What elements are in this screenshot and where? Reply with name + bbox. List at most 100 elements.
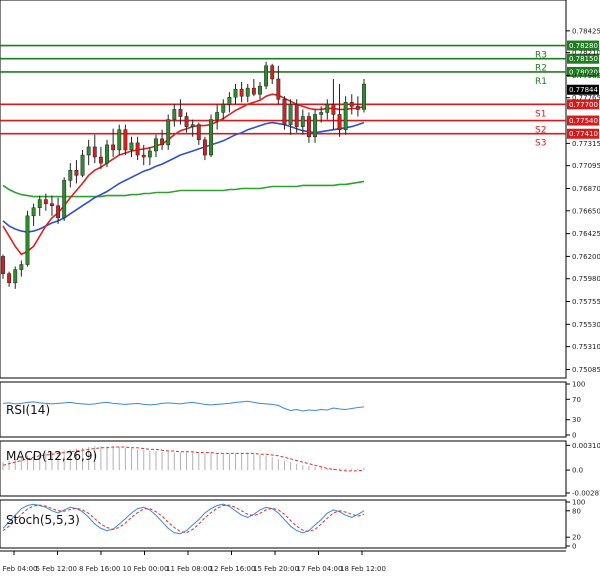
price-panel: R30.78280R20.78150R10.78020S10.77700S20.… xyxy=(0,0,600,379)
candle-body xyxy=(74,169,79,176)
candle-body xyxy=(19,264,24,270)
candle-body xyxy=(215,112,220,120)
price-tick-label: 0.78425 xyxy=(572,27,600,35)
candle-body xyxy=(227,96,232,105)
macd-tick-label: 0.003108 xyxy=(572,442,600,450)
level-price-value-s2: 0.77540 xyxy=(569,117,598,125)
stoch-label: Stoch(5,5,3) xyxy=(6,513,80,527)
candle-body xyxy=(202,139,207,156)
candle-body xyxy=(123,129,128,151)
time-tick-label: 11 Feb 08:00 xyxy=(166,565,212,573)
level-label-s3: S3 xyxy=(535,139,546,149)
candle-body xyxy=(50,203,54,206)
candle-body xyxy=(313,114,317,138)
candle-body xyxy=(325,104,330,113)
price-tick-label: 0.75310 xyxy=(572,343,600,351)
candle-body xyxy=(294,104,299,127)
candle-body xyxy=(105,144,109,164)
candle-body xyxy=(337,114,342,130)
time-tick-label: 15 Feb 20:00 xyxy=(253,565,299,573)
candle-body xyxy=(184,116,189,127)
candle-body xyxy=(117,129,122,151)
time-tick-label: 10 Feb 00:00 xyxy=(123,565,169,573)
stoch-tick-label: 80 xyxy=(572,507,581,515)
candle-body xyxy=(178,109,183,117)
candle-body xyxy=(7,273,12,284)
candle-body xyxy=(172,109,177,120)
forex-chart: R30.78280R20.78150R10.78020S10.77700S20.… xyxy=(0,0,600,579)
level-label-r1: R1 xyxy=(535,77,547,87)
price-tick-label: 0.75755 xyxy=(572,298,600,306)
candle-body xyxy=(349,102,354,107)
price-tick-label: 0.76870 xyxy=(572,185,600,193)
candle-body xyxy=(331,104,336,115)
candle-body xyxy=(43,199,48,204)
macd-label: MACD(12,26,9) xyxy=(6,449,97,463)
candle-body xyxy=(343,102,348,130)
rsi-label: RSI(14) xyxy=(6,403,50,417)
candle-body xyxy=(190,124,195,127)
rsi-tick-label: 0 xyxy=(572,432,576,440)
current-price-tag: 0.77844 xyxy=(567,84,599,95)
time-tick-label: 12 Feb 16:00 xyxy=(210,565,256,573)
macd-panel: 0.003108 0.0 -0.002874 MACD(12,26,9) xyxy=(0,440,600,497)
price-tick-label: 0.77985 xyxy=(572,72,600,80)
candle-body xyxy=(141,154,146,158)
candle-body xyxy=(264,65,269,87)
candle-body xyxy=(166,119,171,146)
time-tick-label: 17 Feb 04:00 xyxy=(297,565,343,573)
candle-body xyxy=(135,142,140,156)
stoch-panel: 10080 200 Stoch(5,5,3) xyxy=(0,499,585,551)
macd-tick-label: -0.002874 xyxy=(572,489,600,497)
candle-body xyxy=(306,116,311,138)
rsi-tick-label: 30 xyxy=(572,416,581,424)
stoch-tick-label: 20 xyxy=(572,534,581,542)
candle-body xyxy=(288,104,293,125)
candle-body xyxy=(154,138,158,152)
price-tick-label: 0.77765 xyxy=(572,94,600,102)
price-tick-label: 0.78210 xyxy=(572,49,600,57)
price-tick-label: 0.76200 xyxy=(572,253,600,261)
stoch-panel-frame xyxy=(0,499,567,549)
rsi-tick-label: 70 xyxy=(572,396,581,404)
candle-body xyxy=(270,65,275,80)
stoch-tick-label: 100 xyxy=(572,499,585,507)
level-label-s1: S1 xyxy=(535,109,546,119)
candle-body xyxy=(282,99,287,125)
candle-body xyxy=(62,180,67,219)
time-tick-label: 5 Feb 12:00 xyxy=(36,565,77,573)
candle-body xyxy=(251,87,256,95)
current-price-value: 0.77844 xyxy=(569,86,598,94)
price-tick-label: 0.76425 xyxy=(572,230,600,238)
candle-body xyxy=(319,112,324,115)
price-panel-frame xyxy=(0,0,567,379)
candle-body xyxy=(196,124,201,141)
candle-body xyxy=(80,154,85,176)
time-tick-label: 8 Feb 16:00 xyxy=(79,565,120,573)
price-tick-label: 0.77315 xyxy=(572,140,600,148)
candle-body xyxy=(147,150,152,158)
candle-body xyxy=(245,87,250,97)
candle-body xyxy=(1,256,5,274)
candle-body xyxy=(98,156,103,164)
candle-body xyxy=(37,199,42,208)
candle-body xyxy=(13,269,18,284)
candle-body xyxy=(111,144,116,151)
candle-body xyxy=(233,88,238,98)
rsi-panel: 100 70 30 0 RSI(14) xyxy=(0,381,585,440)
candle-body xyxy=(86,146,91,156)
candle-body xyxy=(31,207,36,217)
candle-body xyxy=(239,88,244,97)
candle-body xyxy=(160,138,165,146)
price-tick-label: 0.75530 xyxy=(572,321,600,329)
candle-body xyxy=(56,205,61,219)
candle-body xyxy=(209,119,213,156)
candle-body xyxy=(300,116,305,127)
price-tick-label: 0.75085 xyxy=(572,366,600,374)
time-tick-label: 18 Feb 12:00 xyxy=(340,565,386,573)
time-tick-label: 4 Feb 04:00 xyxy=(0,565,37,573)
rsi-panel-frame xyxy=(0,381,567,438)
price-tick-label: 0.76650 xyxy=(572,207,600,215)
candle-body xyxy=(129,142,134,151)
candle-body xyxy=(362,83,366,110)
